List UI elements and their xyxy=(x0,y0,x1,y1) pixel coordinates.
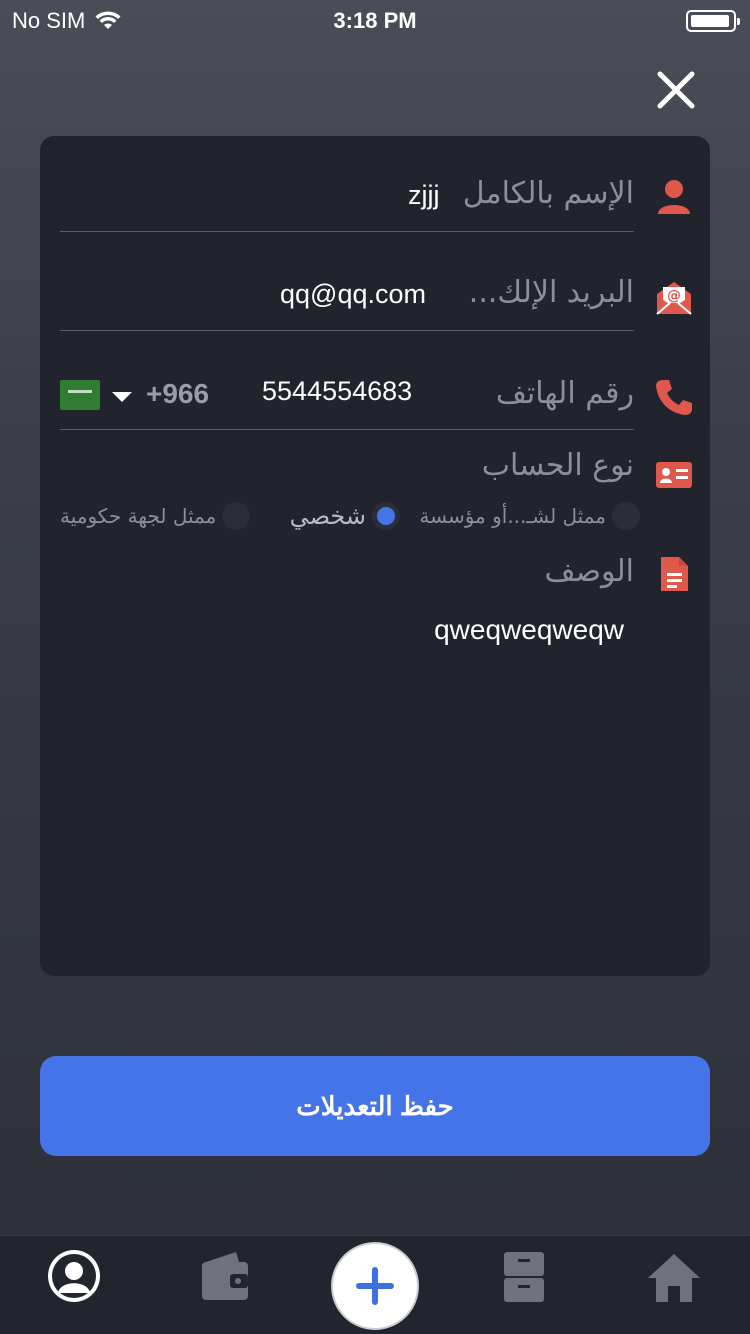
home-icon xyxy=(648,1254,700,1302)
close-icon xyxy=(657,71,695,109)
radio-label: شخصي xyxy=(289,502,366,530)
radio-dot-checked[interactable] xyxy=(372,502,400,530)
tab-archive[interactable] xyxy=(494,1248,554,1308)
close-button[interactable] xyxy=(650,64,702,116)
save-changes-button[interactable]: حفظ التعديلات xyxy=(40,1056,710,1156)
status-time: 3:18 PM xyxy=(333,8,417,33)
email-label: البريد الإلك... xyxy=(468,275,634,310)
description-label: الوصف xyxy=(544,554,634,589)
radio-dot[interactable] xyxy=(222,502,251,530)
radio-option-personal[interactable]: شخصي xyxy=(290,498,400,534)
battery-icon xyxy=(686,10,740,32)
tab-profile[interactable] xyxy=(44,1246,104,1306)
phone-label: رقم الهاتف xyxy=(495,376,634,411)
radio-label: ممثل لجهة حكومية xyxy=(60,504,217,528)
profile-icon xyxy=(48,1250,100,1302)
country-flag-icon[interactable] xyxy=(60,380,100,410)
tab-wallet[interactable] xyxy=(196,1248,256,1308)
radio-label: ممثل لشـ...أو مؤسسة xyxy=(419,504,606,528)
user-icon xyxy=(658,180,690,214)
full-name-field[interactable]: الإسم بالكامل zjjj xyxy=(60,136,634,232)
full-name-value[interactable]: zjjj xyxy=(408,180,440,211)
account-type-label: نوع الحساب xyxy=(481,448,634,483)
envelope-at-icon: @ xyxy=(656,282,692,315)
add-icon xyxy=(356,1267,394,1305)
svg-text:@: @ xyxy=(667,288,681,304)
radio-option-organization[interactable]: ممثل لشـ...أو مؤسسة xyxy=(419,498,640,534)
phone-icon xyxy=(656,380,692,415)
dial-code[interactable]: +966 xyxy=(146,378,209,410)
full-name-label: الإسم بالكامل xyxy=(462,176,634,211)
phone-value[interactable]: 5544554683 xyxy=(262,376,412,407)
radio-dot[interactable] xyxy=(612,502,640,530)
tab-home[interactable] xyxy=(644,1248,704,1308)
radio-option-government[interactable]: ممثل لجهة حكومية xyxy=(60,498,251,534)
wallet-icon xyxy=(202,1252,248,1300)
status-bar: No SIM 3:18 PM xyxy=(0,0,750,40)
description-value[interactable]: qweqweqweqw xyxy=(434,614,624,646)
email-field[interactable]: البريد الإلك... qq@qq.com xyxy=(60,235,634,331)
document-icon xyxy=(661,557,688,591)
account-type-options: ممثل لشـ...أو مؤسسة شخصي ممثل لجهة حكومي… xyxy=(60,498,640,538)
id-card-icon xyxy=(656,462,692,488)
chevron-down-icon[interactable] xyxy=(112,392,132,402)
phone-field[interactable]: رقم الهاتف 5544554683 +966 xyxy=(60,334,634,430)
email-value[interactable]: qq@qq.com xyxy=(280,279,426,310)
profile-form-card: الإسم بالكامل zjjj البريد الإلك... qq@qq… xyxy=(40,136,710,976)
add-button[interactable] xyxy=(331,1242,419,1330)
archive-icon xyxy=(504,1252,544,1302)
